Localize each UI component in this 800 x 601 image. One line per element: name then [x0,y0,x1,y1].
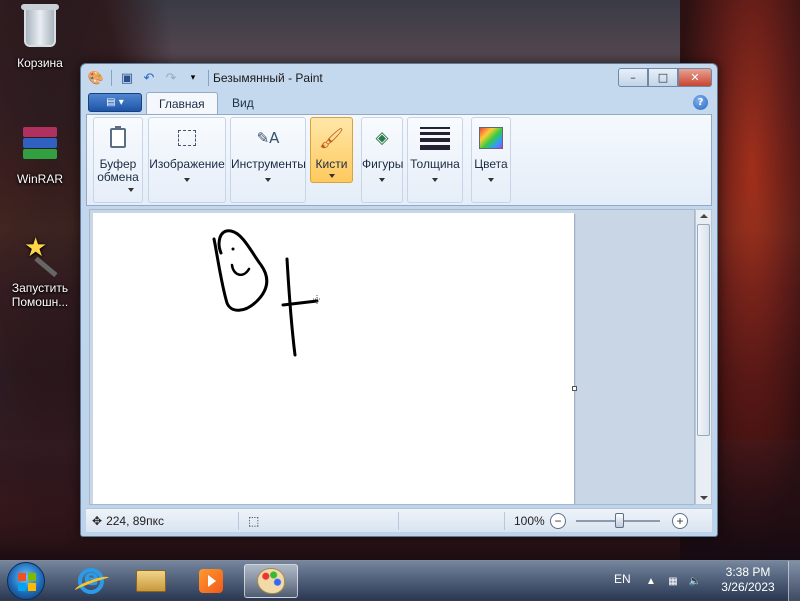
chevron-down-icon [328,174,335,178]
chevron-down-icon [184,178,190,182]
scrollbar-thumb[interactable] [697,224,710,436]
paint-app-icon[interactable]: 🎨 [87,69,105,87]
status-divider [238,512,239,530]
qat-dropdown-icon[interactable]: ▾ [184,69,202,87]
desktop-icon-recycle-bin[interactable]: Корзина [0,4,80,70]
network-icon[interactable]: ▦ [666,574,680,588]
maximize-button[interactable]: □ [648,68,678,87]
winrar-icon [18,125,62,169]
explorer-icon [136,570,166,592]
cursor-position: ✥ 224, 89пкс [92,514,164,528]
group-label: Фигуры [362,157,404,171]
select-icon [172,124,202,152]
windows-logo-icon [18,573,36,591]
tools-icon: ✎A [256,129,280,147]
cursor-move-icon: ✥ [92,514,103,528]
canvas-resize-handle-right[interactable] [572,386,577,391]
undo-icon[interactable]: ↶ [140,69,158,87]
tab-home[interactable]: Главная [146,92,218,114]
zoom-in-button[interactable]: + [672,513,688,529]
ribbon: Буфер обмена Изображение ✎A Инструменты … [86,114,712,206]
chevron-down-icon [488,178,494,182]
show-hidden-icons-icon[interactable]: ▲ [644,574,658,588]
clock-time: 3:38 PM [725,565,771,579]
group-label: Изображение [149,157,225,171]
group-label: Толщина [410,157,460,171]
image-group[interactable]: Изображение [148,117,226,203]
status-divider [398,512,399,530]
group-label: Инструменты [231,157,306,171]
close-button[interactable]: ✕ [678,68,712,87]
taskbar-explorer[interactable] [124,564,178,598]
chevron-down-icon [379,178,385,182]
desktop-icon-label: Запустить Помошн... [11,281,69,309]
line-width-icon [420,124,450,152]
chevron-down-icon [265,178,271,182]
palette-icon [476,124,506,152]
save-icon[interactable]: ▣ [118,69,136,87]
zoom-level: 100% [514,514,545,528]
minimize-button[interactable]: – [618,68,648,87]
taskbar-internet-explorer[interactable] [64,564,118,598]
clock-date: 3/26/2023 [721,580,775,594]
status-divider [504,512,505,530]
group-label: Буфер обмена [97,157,139,184]
window-title: Безымянный - Paint [213,71,323,85]
brushes-group[interactable]: 🖌 Кисти [310,117,353,183]
desktop-icon-label: WinRAR [16,172,63,186]
window-controls: – □ ✕ [618,68,712,87]
volume-muted-icon[interactable]: 🔈 [688,574,702,588]
tab-view[interactable]: Вид [220,92,266,114]
language-indicator[interactable]: EN [614,572,631,586]
internet-explorer-icon [78,566,104,594]
shapes-icon: ◈ [375,128,389,148]
group-label: Цвета [474,157,508,171]
brush-icon: 🖌 [318,126,345,150]
scroll-up-icon[interactable] [700,214,708,218]
redo-icon[interactable]: ↷ [162,69,180,87]
qat-separator [111,70,112,86]
status-bar: ✥ 224, 89пкс ⬚ 100% − + [86,508,712,532]
cursor-position-text: 224, 89пкс [106,514,164,528]
clock[interactable]: 3:38 PM 3/26/2023 [710,565,786,595]
desktop-icon-label: Корзина [17,56,63,70]
wizard-wand-icon: ★ [18,234,62,278]
help-icon[interactable]: ? [693,95,708,110]
ribbon-tab-row: ▤ ▾ Главная Вид ? [86,92,712,114]
canvas-area[interactable] [89,209,695,505]
desktop-icon-winrar[interactable]: WinRAR [0,122,80,186]
desktop-icon-wizard[interactable]: ★ Запустить Помошн... [0,232,80,309]
paint-window: 🎨 ▣ ↶ ↷ ▾ Безымянный - Paint – □ ✕ ▤ ▾ Г… [80,63,718,537]
taskbar-paint[interactable] [244,564,298,598]
paint-icon [257,568,285,594]
recycle-bin-icon [18,4,62,53]
taskbar-media-player[interactable] [184,564,238,598]
media-player-icon [199,569,223,593]
taskbar: EN ▲ ▦ 🔈 3:38 PM 3/26/2023 [0,560,800,601]
scroll-down-icon[interactable] [700,496,708,500]
clipboard-group[interactable]: Буфер обмена [93,117,143,203]
shapes-group[interactable]: ◈ Фигуры [361,117,403,203]
chevron-down-icon [432,178,438,182]
selection-size-icon: ⬚ [248,514,260,528]
tools-group[interactable]: ✎A Инструменты [230,117,306,203]
group-label: Кисти [315,157,348,171]
quick-access-toolbar: 🎨 ▣ ↶ ↷ ▾ [87,69,211,87]
paint-menu-button[interactable]: ▤ ▾ [88,93,142,112]
zoom-out-button[interactable]: − [550,513,566,529]
line-width-group[interactable]: Толщина [407,117,463,203]
start-button[interactable] [7,562,45,600]
title-bar[interactable]: 🎨 ▣ ↶ ↷ ▾ Безымянный - Paint – □ ✕ [81,64,717,92]
show-desktop-button[interactable] [788,561,800,601]
drawing-canvas[interactable] [93,213,574,504]
colors-group[interactable]: Цвета [471,117,511,203]
clipboard-icon [103,124,133,152]
vertical-scrollbar[interactable] [695,209,712,505]
drawing-strokes [212,229,320,357]
chevron-down-icon [128,188,135,192]
zoom-slider-thumb[interactable] [615,513,624,528]
qat-separator [208,70,209,86]
